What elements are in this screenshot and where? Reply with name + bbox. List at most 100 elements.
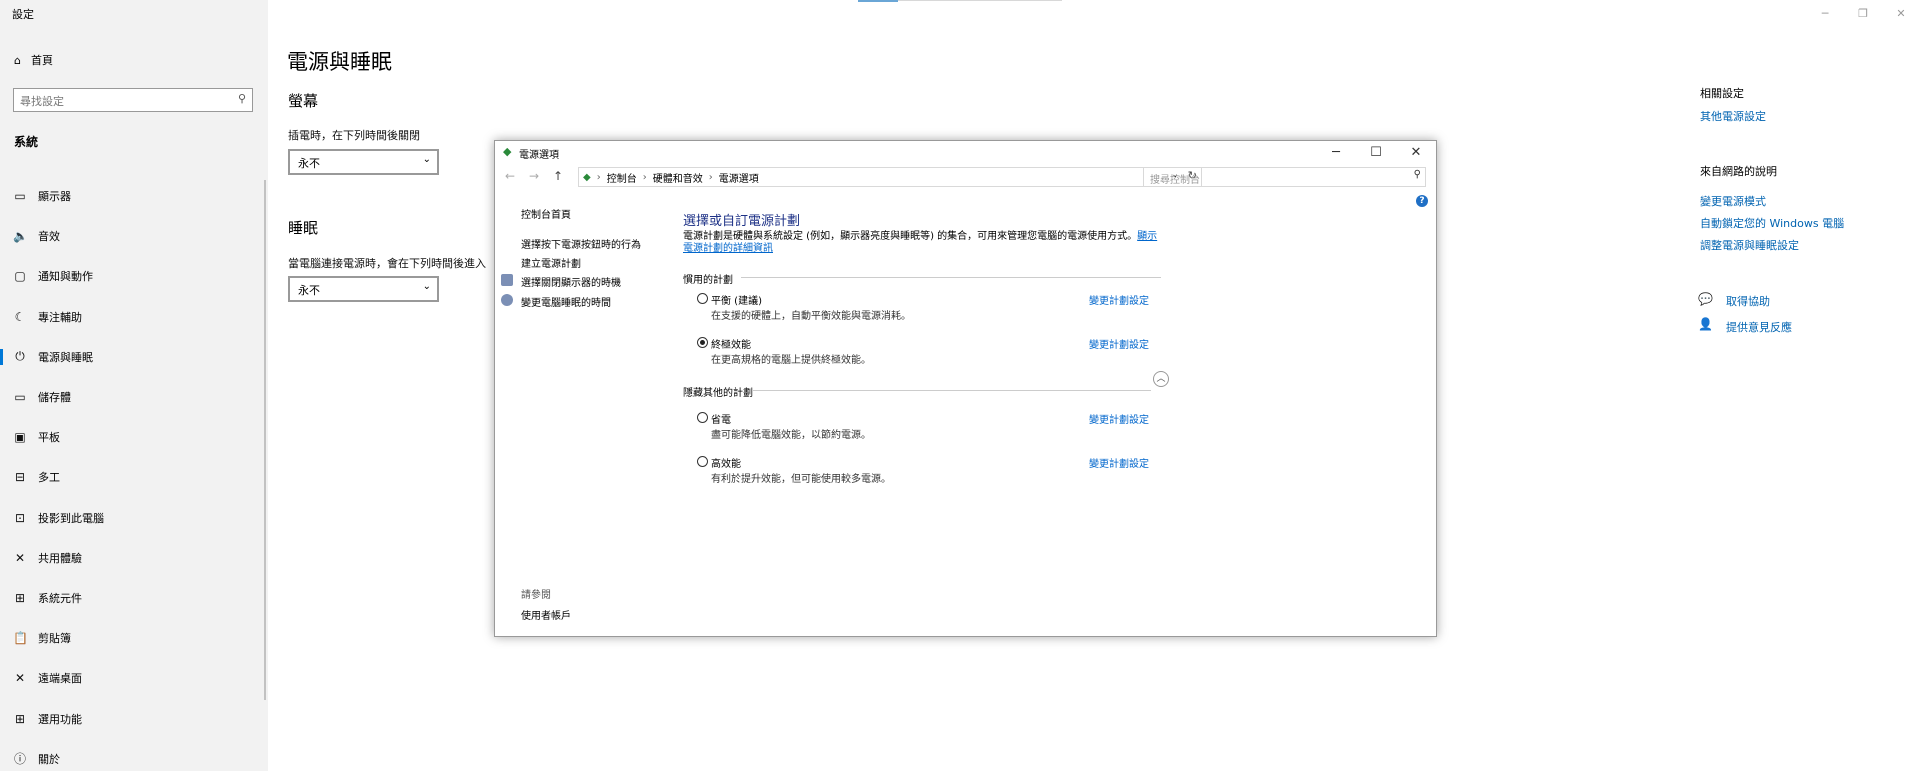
plan-name: 省電 [711, 415, 731, 426]
sidebar-item[interactable]: ▣ 平板 [0, 417, 262, 457]
sidebar-item[interactable]: ☾ 專注輔助 [0, 297, 262, 337]
dialog-close-icon[interactable]: ✕ [1396, 141, 1436, 163]
sidebar-item-label: 投影到此電腦 [38, 511, 104, 525]
screen-heading: 螢幕 [288, 92, 319, 110]
plan-radio[interactable] [697, 337, 708, 348]
close-icon[interactable]: ✕ [1882, 0, 1920, 26]
plans-description: 電源計劃是硬體與系統設定 (例如，顯示器亮度與睡眠等) 的集合，可用來管理您電腦… [683, 231, 1163, 255]
plan-radio[interactable] [697, 456, 708, 467]
home-label: 首頁 [30, 54, 53, 67]
sidebar-item-label: 多工 [38, 471, 60, 485]
sidebar-item[interactable]: ✕ 遠端桌面 [0, 658, 262, 698]
sidebar-item-label: 通知與動作 [38, 270, 93, 284]
control-panel-search-input[interactable]: 搜尋控制台 ⚲ [1143, 167, 1426, 187]
help-link-adjust-sleep[interactable]: 調整電源與睡眠設定 [1700, 237, 1799, 253]
plan-name: 平衡 (建議) [711, 296, 762, 307]
home-link[interactable]: ⌂ 首頁 [14, 52, 53, 68]
sidebar-item[interactable]: ▭ 顯示器 [0, 176, 262, 216]
minimize-icon[interactable]: ─ [1806, 0, 1844, 26]
sidebar-item-label: 顯示器 [38, 190, 71, 204]
settings-search-input[interactable]: 尋找設定 ⚲ [13, 88, 253, 112]
clipboard-icon: 📋 [13, 631, 28, 646]
monitor-icon: ▭ [14, 189, 26, 204]
sidebar-item[interactable]: 🔈 音效 [0, 216, 262, 256]
screen-timeout-dropdown[interactable]: 永不 ⌄ [288, 149, 439, 175]
sleep-timeout-dropdown[interactable]: 永不 ⌄ [288, 276, 439, 302]
sleep-time-link[interactable]: 變更電腦睡眠的時間 [521, 294, 611, 309]
feedback-link[interactable]: 提供意見反應 [1726, 319, 1792, 335]
address-bar[interactable]: ◆ › 控制台 › 硬體和音效 › 電源選項 ⌄ ↻ [578, 167, 1202, 187]
dialog-title: 電源選項 [519, 150, 559, 161]
sidebar-item-label: 專注輔助 [38, 310, 82, 324]
dialog-maximize-icon[interactable]: ☐ [1356, 141, 1396, 163]
sidebar-item[interactable]: ▭ 儲存體 [0, 377, 262, 417]
plan-name: 高效能 [711, 459, 741, 470]
breadcrumb-power-options[interactable]: 電源選項 [719, 170, 759, 185]
power-button-link[interactable]: 選擇按下電源按鈕時的行為 [521, 236, 641, 251]
breadcrumb-separator-icon: › [708, 171, 713, 183]
window-controls: ─ ❐ ✕ [1806, 0, 1920, 26]
sidebar-item[interactable]: 📋 剪貼簿 [0, 618, 262, 658]
remote-icon: ✕ [14, 671, 26, 686]
up-arrow-icon[interactable]: ↑ [553, 169, 563, 183]
breadcrumb-hardware-sound[interactable]: 硬體和音效 [653, 170, 703, 185]
sidebar-item-label: 剪貼簿 [38, 632, 71, 646]
cp-search-placeholder: 搜尋控制台 [1150, 175, 1200, 186]
help-icon[interactable]: ? [1416, 195, 1428, 207]
page-title: 電源與睡眠 [287, 50, 392, 74]
sidebar-item[interactable]: ⊟ 多工 [0, 457, 262, 497]
sleep-heading: 睡眠 [288, 219, 319, 237]
sidebar-nav: ▭ 顯示器 🔈 音效 ▢ 通知與動作 ☾ 專注輔助 ⏻ 電源與睡眠 ▭ 儲存體 ▣ 平板 ⊟ 多工 ⊡ 投影到此電… [0, 176, 262, 771]
dialog-minimize-icon[interactable]: ─ [1316, 141, 1356, 163]
divider [753, 390, 1151, 391]
change-plan-settings-link[interactable]: 變更計劃設定 [1089, 455, 1149, 470]
sidebar-item[interactable]: ⊞ 系統元件 [0, 578, 262, 618]
sidebar-item[interactable]: ✕ 共用體驗 [0, 538, 262, 578]
collapse-icon[interactable]: ︿ [1153, 371, 1169, 387]
breadcrumb-control-panel[interactable]: 控制台 [607, 170, 637, 185]
info-icon: ⓘ [13, 752, 26, 767]
help-link-power-mode[interactable]: 變更電源模式 [1700, 193, 1766, 209]
user-accounts-link[interactable]: 使用者帳戶 [521, 607, 571, 622]
divider [741, 277, 1161, 278]
multitask-icon: ⊟ [14, 470, 26, 485]
restore-icon[interactable]: ❐ [1844, 0, 1882, 26]
forward-arrow-icon[interactable]: → [529, 169, 539, 183]
preferred-plans-heading: 慣用的計劃 [683, 275, 733, 286]
sidebar-item[interactable]: ⓘ 關於 [0, 739, 262, 771]
sidebar-item-label: 音效 [38, 230, 60, 244]
sidebar-scrollbar[interactable] [264, 180, 266, 700]
feedback-icon: 👤 [1698, 317, 1713, 331]
help-link-auto-lock[interactable]: 自動鎖定您的 Windows 電腦 [1700, 215, 1844, 231]
change-plan-settings-link[interactable]: 變更計劃設定 [1089, 411, 1149, 426]
sidebar-item[interactable]: ⊡ 投影到此電腦 [0, 498, 262, 538]
plan-radio[interactable] [697, 293, 708, 304]
back-arrow-icon[interactable]: ← [505, 169, 515, 183]
sidebar-item[interactable]: ▢ 通知與動作 [0, 256, 262, 296]
plan-radio[interactable] [697, 412, 708, 423]
components-icon: ⊞ [14, 590, 26, 605]
change-plan-settings-link[interactable]: 變更計劃設定 [1089, 292, 1149, 307]
create-plan-link[interactable]: 建立電源計劃 [521, 255, 581, 270]
project-icon: ⊡ [14, 510, 26, 525]
cp-home-link[interactable]: 控制台首頁 [521, 206, 571, 221]
display-off-link[interactable]: 選擇關閉顯示器的時機 [521, 274, 621, 289]
home-icon: ⌂ [14, 53, 21, 67]
search-icon: ⚲ [1413, 169, 1421, 180]
sidebar-item[interactable]: ⊞ 選用功能 [0, 698, 262, 738]
change-plan-settings-link[interactable]: 變更計劃設定 [1089, 336, 1149, 351]
screen-timeout-value: 永不 [298, 157, 320, 170]
sleep-timeout-value: 永不 [298, 284, 320, 297]
sleep-label: 當電腦連接電源時，會在下列時間後進入 [288, 257, 486, 270]
sleep-icon [501, 294, 513, 306]
web-help-heading: 來自網路的說明 [1700, 165, 1777, 178]
chevron-down-icon: ⌄ [422, 281, 431, 292]
sidebar: 設定 ⌂ 首頁 尋找設定 ⚲ 系統 ▭ 顯示器 🔈 音效 ▢ 通知與動作 ☾ 專注輔助 ⏻ 電源與… [0, 0, 268, 771]
dialog-window-controls: ─ ☐ ✕ [1316, 141, 1436, 163]
notification-icon: ▢ [14, 269, 26, 284]
other-power-settings-link[interactable]: 其他電源設定 [1700, 108, 1766, 124]
search-icon: ⚲ [237, 92, 246, 105]
sidebar-item[interactable]: ⏻ 電源與睡眠 [0, 337, 262, 377]
plan-description: 在支援的硬體上，自動平衡效能與電源消耗。 [711, 311, 911, 322]
get-help-link[interactable]: 取得協助 [1726, 293, 1770, 309]
